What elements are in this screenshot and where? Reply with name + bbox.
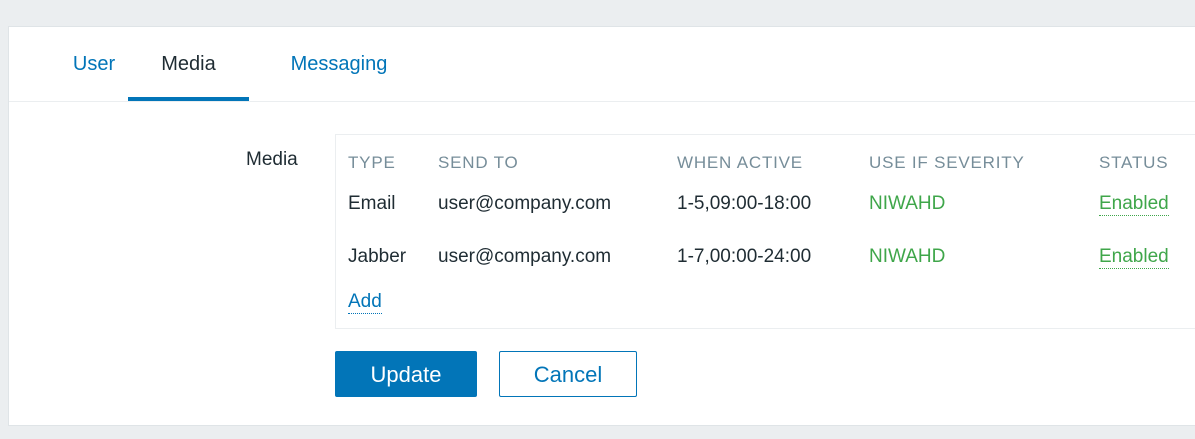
cancel-button[interactable]: Cancel <box>499 351 637 397</box>
add-media-link[interactable]: Add <box>348 291 382 314</box>
tab-messaging[interactable]: Messaging <box>274 27 404 101</box>
media-send-to: user@company.com <box>438 246 612 267</box>
column-header-status: STATUS <box>1099 153 1169 172</box>
column-header-send-to: SEND TO <box>438 153 519 172</box>
media-severity: NIWAHD <box>869 193 946 214</box>
media-when-active: 1-7,00:00-24:00 <box>677 246 812 267</box>
media-when-active: 1-5,09:00-18:00 <box>677 193 812 214</box>
media-field-label: Media <box>246 149 298 170</box>
user-form-panel: User Media Messaging Media TYPE SEND TO … <box>8 26 1195 426</box>
media-table: TYPE SEND TO WHEN ACTIVE USE IF SEVERITY… <box>335 134 1195 329</box>
media-severity: NIWAHD <box>869 246 946 267</box>
media-type: Email <box>348 193 396 214</box>
update-button[interactable]: Update <box>335 351 477 397</box>
tab-bar: User Media Messaging <box>9 27 1195 102</box>
column-header-when-active: WHEN ACTIVE <box>677 153 803 172</box>
media-status-link[interactable]: Enabled <box>1099 246 1169 269</box>
media-send-to: user@company.com <box>438 193 612 214</box>
media-type: Jabber <box>348 246 407 267</box>
tab-user[interactable]: User <box>71 27 117 101</box>
column-header-type: TYPE <box>348 153 396 172</box>
tab-media[interactable]: Media <box>128 27 249 101</box>
media-status-link[interactable]: Enabled <box>1099 193 1169 216</box>
column-header-severity: USE IF SEVERITY <box>869 153 1025 172</box>
